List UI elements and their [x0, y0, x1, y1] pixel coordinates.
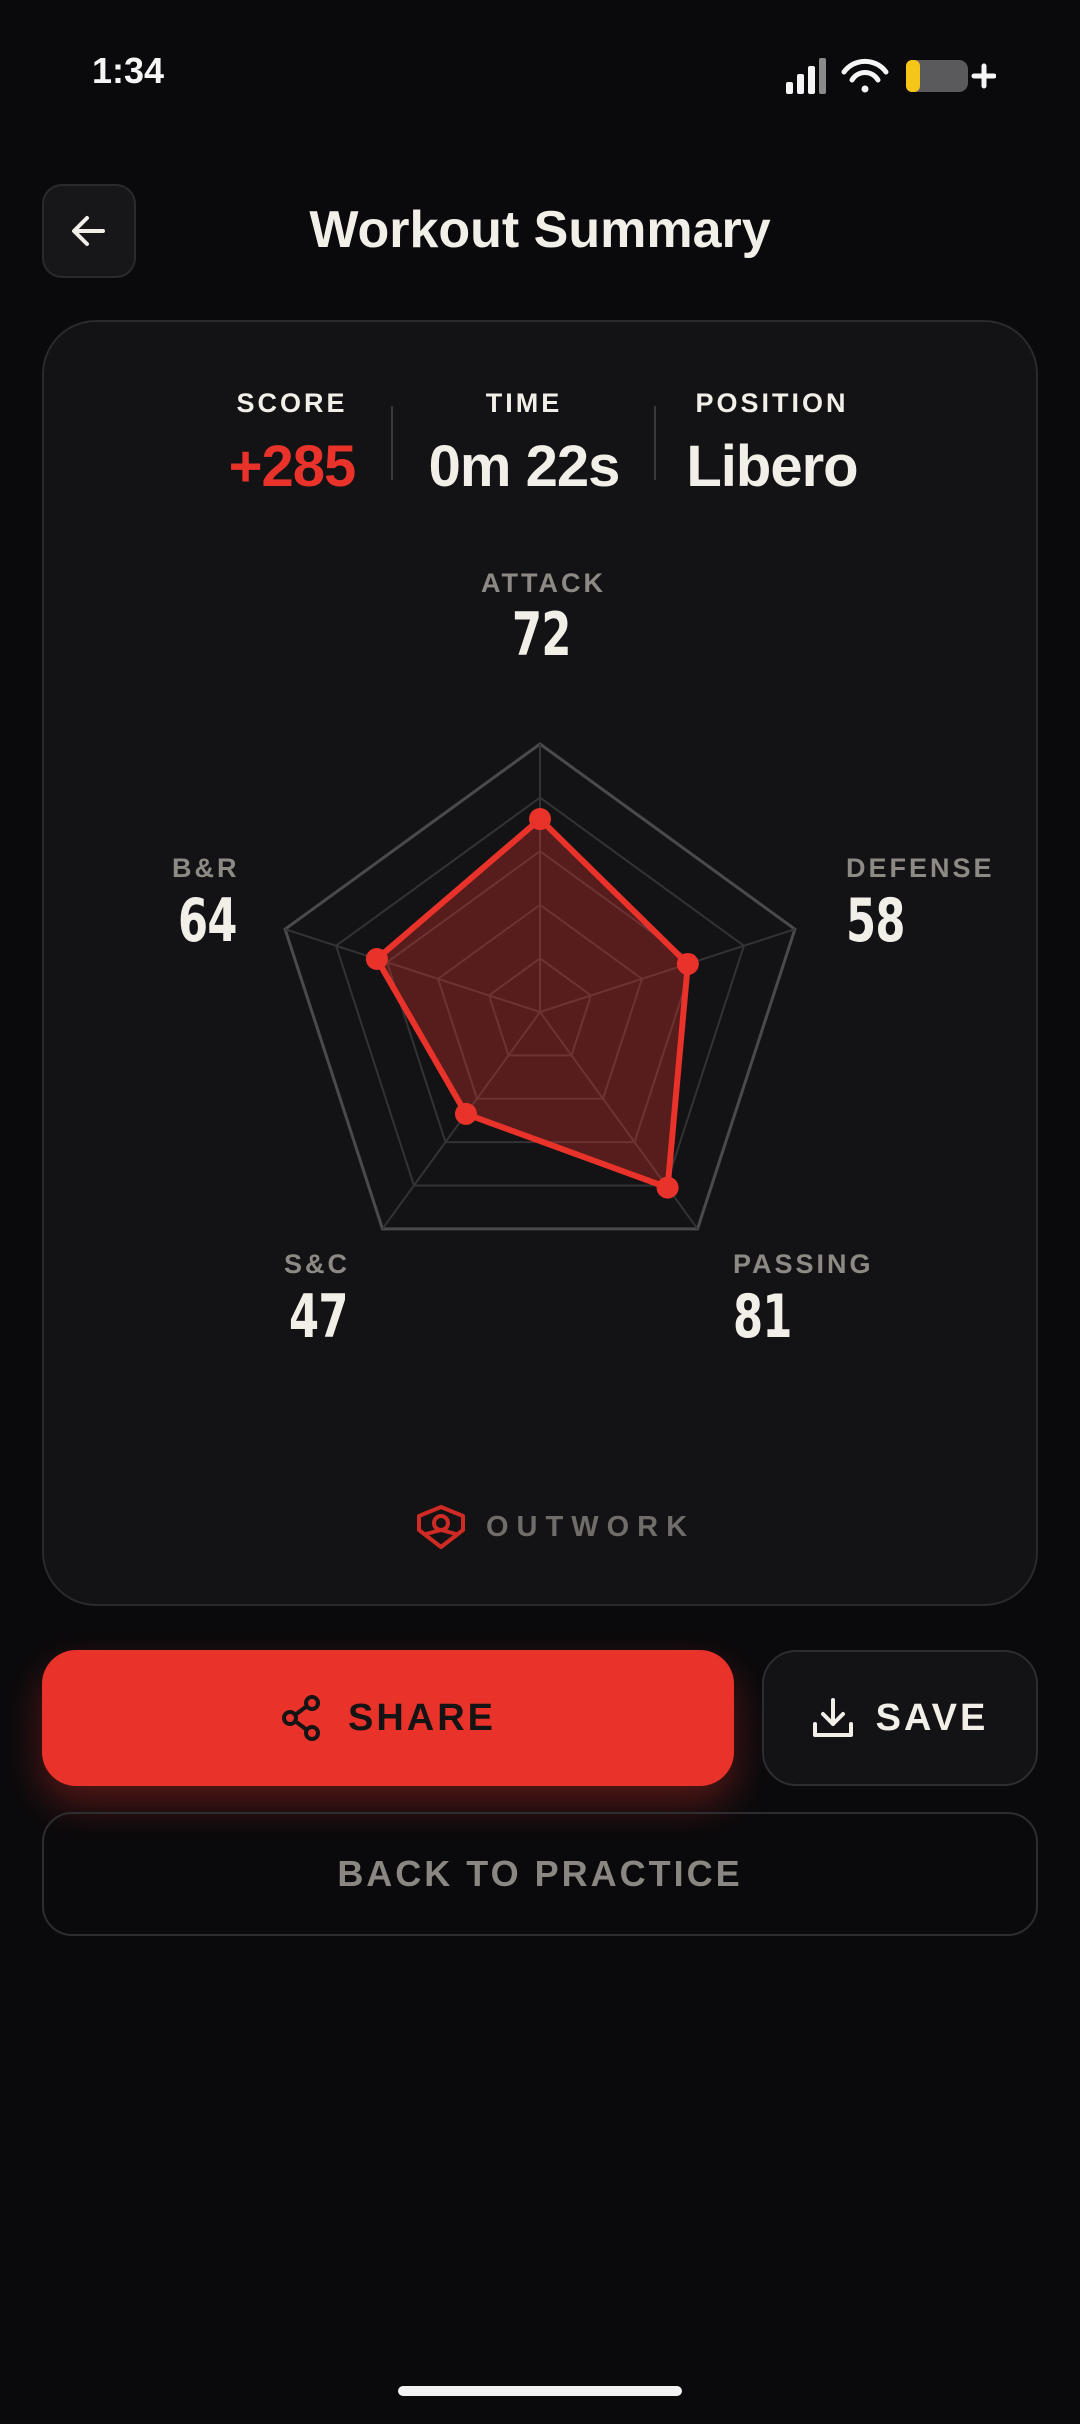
- radar-point-br: [365, 947, 388, 970]
- axis-value-br: 64: [178, 886, 237, 956]
- save-button[interactable]: SAVE: [762, 1650, 1038, 1786]
- axis-label-sc: S&C: [284, 1249, 351, 1279]
- share-label: SHARE: [347, 1696, 497, 1739]
- axis-value-attack: 72: [512, 600, 571, 670]
- axis-label-defense: DEFENSE: [846, 853, 995, 883]
- radar-point-sc: [454, 1102, 477, 1125]
- back-to-practice-label: BACK TO PRACTICE: [337, 1853, 743, 1894]
- axis-value-passing: 81: [733, 1282, 792, 1352]
- home-indicator: [398, 2386, 682, 2396]
- outwork-logo-icon: [417, 1505, 465, 1549]
- radar-chart: [283, 742, 797, 1231]
- axis-value-sc: 47: [289, 1282, 348, 1352]
- radar-point-defense: [676, 952, 699, 975]
- share-button[interactable]: SHARE: [42, 1650, 734, 1786]
- radar-point-passing: [656, 1176, 679, 1199]
- axis-label-attack: ATTACK: [481, 568, 606, 598]
- radar-point-attack: [529, 808, 551, 831]
- axis-label-passing: PASSING: [733, 1249, 874, 1279]
- save-label: SAVE: [875, 1696, 989, 1739]
- download-icon: [812, 1698, 853, 1737]
- brand: OUTWORK: [416, 1504, 695, 1550]
- back-to-practice-button[interactable]: BACK TO PRACTICE: [42, 1812, 1038, 1936]
- brand-name: OUTWORK: [486, 1510, 696, 1543]
- axis-value-defense: 58: [846, 886, 905, 956]
- radar-data-area: [373, 816, 691, 1191]
- axis-label-br: B&R: [172, 853, 240, 883]
- share-icon: [281, 1695, 320, 1741]
